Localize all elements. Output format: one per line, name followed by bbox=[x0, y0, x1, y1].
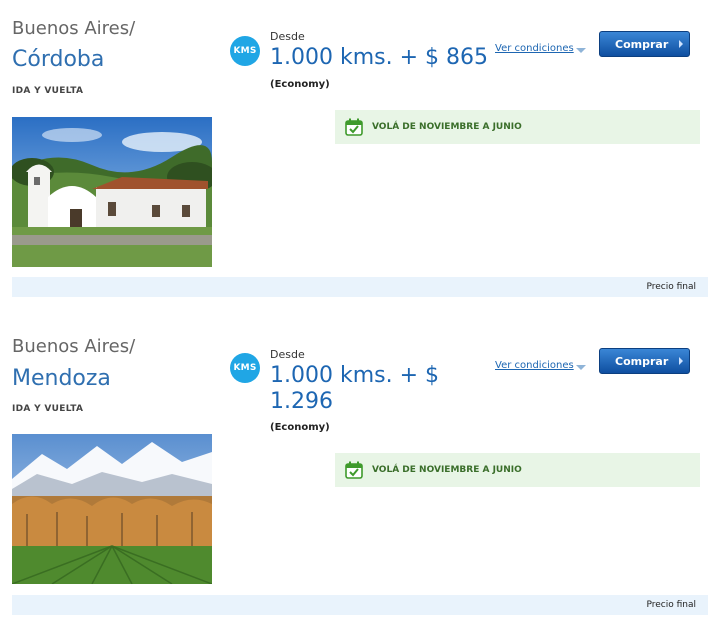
promo-text: VOLÁ DE NOVIEMBRE A JUNIO bbox=[372, 465, 522, 475]
destination-photo bbox=[12, 117, 212, 267]
from-label: Desde bbox=[270, 30, 305, 43]
promo-text: VOLÁ DE NOVIEMBRE A JUNIO bbox=[372, 122, 522, 132]
conditions-link[interactable]: Ver condiciones bbox=[495, 360, 574, 371]
buy-button-label: Comprar bbox=[615, 38, 669, 51]
price-text: 1.000 kms. + $ 865 bbox=[270, 45, 489, 70]
promo-banner: VOLÁ DE NOVIEMBRE A JUNIO bbox=[335, 453, 700, 487]
destination-title: Mendoza bbox=[12, 366, 111, 391]
price-text-line1: 1.000 kms. + $ bbox=[270, 363, 440, 388]
cabin-label: (Economy) bbox=[270, 422, 330, 433]
kms-badge-icon: KMS bbox=[230, 353, 260, 383]
trip-type-label: IDA Y VUELTA bbox=[12, 86, 84, 96]
conditions-link[interactable]: Ver condiciones bbox=[495, 43, 574, 54]
origin-label: Buenos Aires/ bbox=[12, 18, 136, 39]
price-text-line2: 1.296 bbox=[270, 389, 333, 414]
chevron-down-icon[interactable] bbox=[576, 365, 586, 370]
destination-title: Córdoba bbox=[12, 47, 105, 72]
final-price-label: Precio final bbox=[646, 600, 696, 610]
calendar-check-icon bbox=[345, 461, 363, 479]
from-label: Desde bbox=[270, 348, 305, 361]
arrow-right-icon bbox=[679, 357, 683, 365]
trip-type-label: IDA Y VUELTA bbox=[12, 404, 84, 414]
offer-card-mendoza: Buenos Aires/ Mendoza IDA Y VUELTA KMS D… bbox=[0, 318, 714, 618]
buy-button-label: Comprar bbox=[615, 355, 669, 368]
offer-card-cordoba: Buenos Aires/ Córdoba IDA Y VUELTA KMS D… bbox=[0, 0, 714, 300]
footer-bar: Precio final bbox=[12, 277, 708, 297]
chevron-down-icon[interactable] bbox=[576, 48, 586, 53]
destination-photo bbox=[12, 434, 212, 584]
arrow-right-icon bbox=[679, 40, 683, 48]
final-price-label: Precio final bbox=[646, 282, 696, 292]
kms-badge-icon: KMS bbox=[230, 36, 260, 66]
buy-button[interactable]: Comprar bbox=[599, 348, 690, 374]
origin-label: Buenos Aires/ bbox=[12, 336, 136, 357]
footer-bar: Precio final bbox=[12, 595, 708, 615]
buy-button[interactable]: Comprar bbox=[599, 31, 690, 57]
promo-banner: VOLÁ DE NOVIEMBRE A JUNIO bbox=[335, 110, 700, 144]
calendar-check-icon bbox=[345, 118, 363, 136]
cabin-label: (Economy) bbox=[270, 79, 330, 90]
